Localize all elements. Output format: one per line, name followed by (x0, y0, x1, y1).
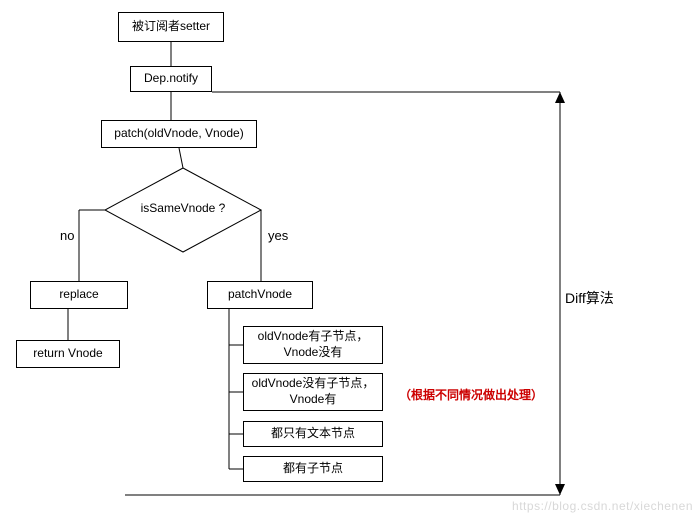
node-return-vnode: return Vnode (16, 340, 120, 368)
node-patch: patch(oldVnode, Vnode) (101, 120, 257, 148)
node-replace: replace (30, 281, 128, 309)
node-dep-notify: Dep.notify (130, 66, 212, 92)
node-case-3: 都只有文本节点 (243, 421, 383, 447)
node-case-1: oldVnode有子节点，Vnode没有 (243, 326, 383, 364)
edge-no-label: no (60, 228, 74, 243)
watermark: https://blog.csdn.net/xiechenen (512, 499, 693, 513)
annotation-note: （根据不同情况做出处理） (399, 386, 543, 403)
annotation-diff: Diff算法 (565, 288, 614, 308)
node-patch-vnode: patchVnode (207, 281, 313, 309)
node-case-4: 都有子节点 (243, 456, 383, 482)
node-case-2: oldVnode没有子节点，Vnode有 (243, 373, 383, 411)
edge-yes-label: yes (268, 228, 288, 243)
node-setter: 被订阅者setter (118, 12, 224, 42)
decision-label: isSameVnode ? (123, 201, 243, 215)
